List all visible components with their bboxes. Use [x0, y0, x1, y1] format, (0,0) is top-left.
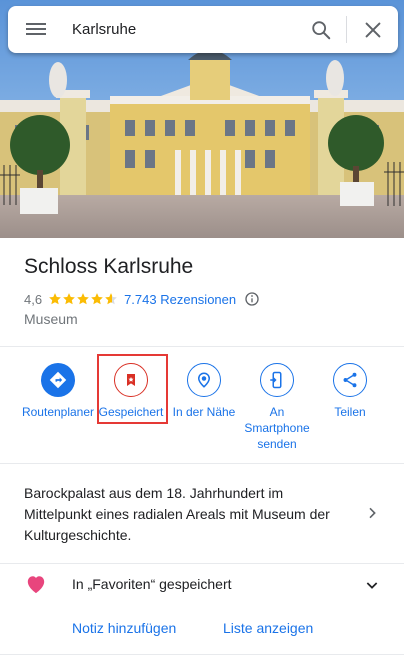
- half-star-icon: [105, 293, 117, 305]
- place-category: Museum: [24, 311, 78, 327]
- search-divider: [346, 16, 347, 43]
- section-divider: [0, 463, 404, 464]
- saved-list-row[interactable]: In „Favoriten“ gespeichert: [0, 566, 404, 604]
- nearby-button[interactable]: In der Nähe: [166, 363, 242, 420]
- place-description[interactable]: Barockpalast aus dem 18. Jahrhundert im …: [24, 483, 344, 546]
- star-icon: [77, 293, 89, 305]
- search-bar: [8, 6, 398, 53]
- rating-row: 4,6 7.743 Rezensionen: [24, 290, 260, 308]
- action-label: In der Nähe: [172, 405, 236, 419]
- action-label: Gespeichert: [98, 405, 164, 419]
- rating-stars: [48, 292, 118, 306]
- section-divider: [0, 346, 404, 347]
- nearby-icon: [187, 363, 221, 397]
- star-icon: [63, 293, 75, 305]
- heart-icon: [27, 576, 45, 594]
- rating-value: 4,6: [24, 291, 43, 307]
- action-label: Routenplaner: [21, 405, 95, 419]
- saved-bookmark-icon: [114, 363, 148, 397]
- action-label: An Smartphone senden: [244, 405, 310, 451]
- star-icon: [49, 293, 61, 305]
- place-title: Schloss Karlsruhe: [24, 255, 194, 278]
- saved-button[interactable]: Gespeichert: [93, 363, 169, 420]
- chevron-right-icon[interactable]: [364, 505, 380, 521]
- section-divider: [0, 654, 404, 655]
- close-icon[interactable]: [362, 19, 384, 41]
- add-note-button[interactable]: Notiz hinzufügen: [72, 620, 176, 636]
- action-label: Teilen: [334, 405, 366, 419]
- info-icon[interactable]: [244, 291, 260, 307]
- share-icon: [333, 363, 367, 397]
- menu-icon[interactable]: [26, 20, 46, 39]
- directions-button[interactable]: Routenplaner: [20, 363, 96, 420]
- action-bar: Routenplaner Gespeichert In der Nähe An …: [0, 358, 404, 458]
- search-input[interactable]: [72, 16, 292, 43]
- show-list-button[interactable]: Liste anzeigen: [223, 620, 313, 636]
- search-icon[interactable]: [310, 19, 332, 41]
- directions-icon: [41, 363, 75, 397]
- chevron-down-icon[interactable]: [364, 577, 380, 593]
- star-icon: [91, 293, 103, 305]
- send-to-phone-icon: [260, 363, 294, 397]
- send-to-phone-button[interactable]: An Smartphone senden: [239, 363, 315, 452]
- share-button[interactable]: Teilen: [312, 363, 388, 420]
- section-divider: [0, 563, 404, 564]
- saved-list-text: In „Favoriten“ gespeichert: [72, 576, 232, 592]
- reviews-link[interactable]: 7.743 Rezensionen: [124, 292, 236, 307]
